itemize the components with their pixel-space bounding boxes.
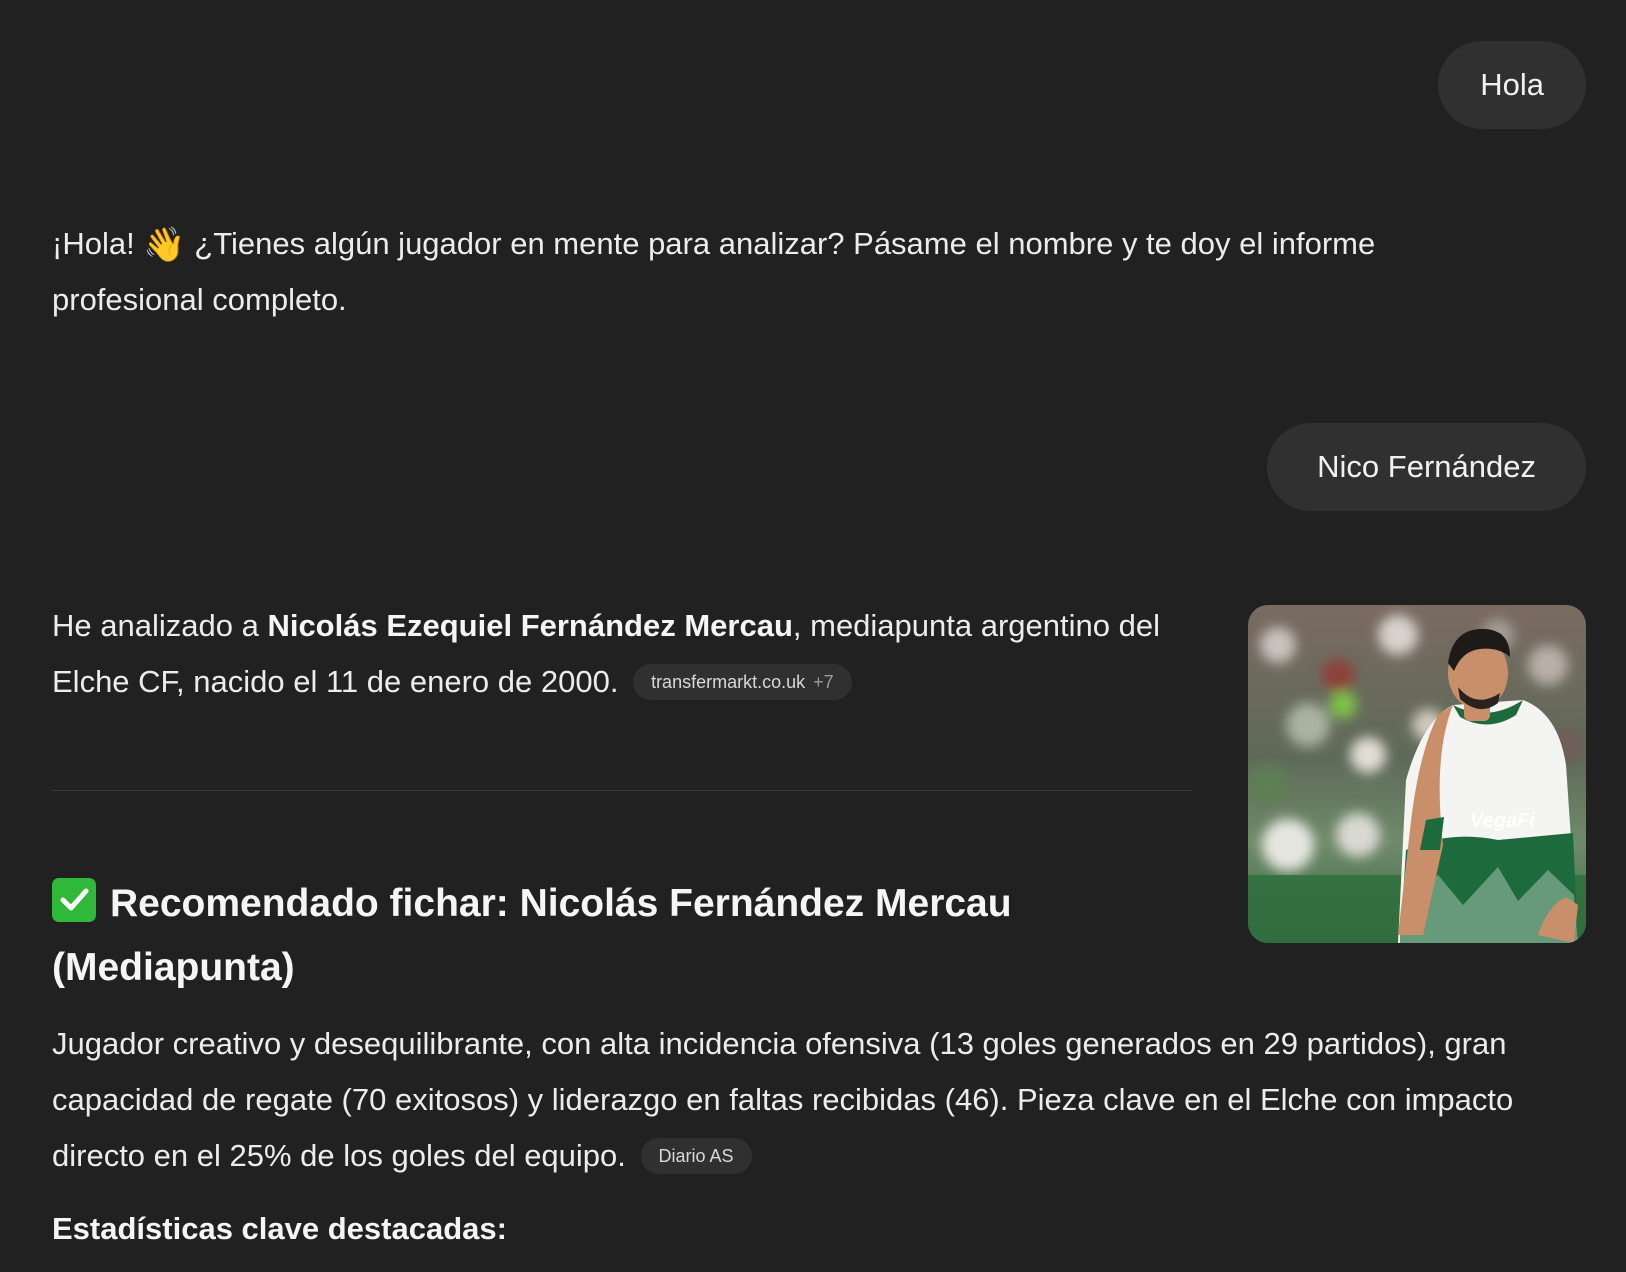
jersey-sponsor-text: VegaFi xyxy=(1470,810,1535,832)
recommendation-body: Jugador creativo y desequilibrante, con … xyxy=(52,1016,1592,1184)
source-chip-label: Diario AS xyxy=(658,1146,734,1166)
user-message-text: Nico Fernández xyxy=(1317,449,1536,484)
source-chip-count: +7 xyxy=(813,672,834,692)
user-message-bubble: Hola xyxy=(1438,41,1586,129)
recommendation-body-text: Jugador creativo y desequilibrante, con … xyxy=(52,1026,1514,1173)
player-photo[interactable]: VegaFi xyxy=(1248,605,1586,943)
recommendation-heading-text: Recomendado fichar: Nicolás Fernández Me… xyxy=(52,882,1012,989)
section-divider xyxy=(52,790,1192,791)
assistant-message-analysis: He analizado a Nicolás Ezequiel Fernánde… xyxy=(52,598,1182,710)
check-mark-icon xyxy=(52,878,96,922)
user-message-text: Hola xyxy=(1480,67,1544,102)
greeting-text-end: ¿Tienes algún jugador en mente para anal… xyxy=(52,226,1376,317)
greeting-text-start: ¡Hola! xyxy=(52,226,144,261)
source-chip-diario-as[interactable]: Diario AS xyxy=(640,1138,752,1174)
assistant-message-greeting: ¡Hola! 👋 ¿Tienes algún jugador en mente … xyxy=(52,216,1472,328)
player-photo-image: VegaFi xyxy=(1248,605,1586,943)
player-full-name: Nicolás Ezequiel Fernández Mercau xyxy=(267,608,793,643)
waving-hand-icon: 👋 xyxy=(143,226,186,264)
recommendation-heading: Recomendado fichar: Nicolás Fernández Me… xyxy=(52,872,1172,1000)
user-message-bubble: Nico Fernández xyxy=(1267,423,1586,511)
analysis-intro: He analizado a xyxy=(52,608,268,643)
source-chip-label: transfermarkt.co.uk xyxy=(651,672,806,692)
source-chip-transfermarkt[interactable]: transfermarkt.co.uk +7 xyxy=(633,664,852,700)
key-stats-heading: Estadísticas clave destacadas: xyxy=(52,1211,507,1246)
